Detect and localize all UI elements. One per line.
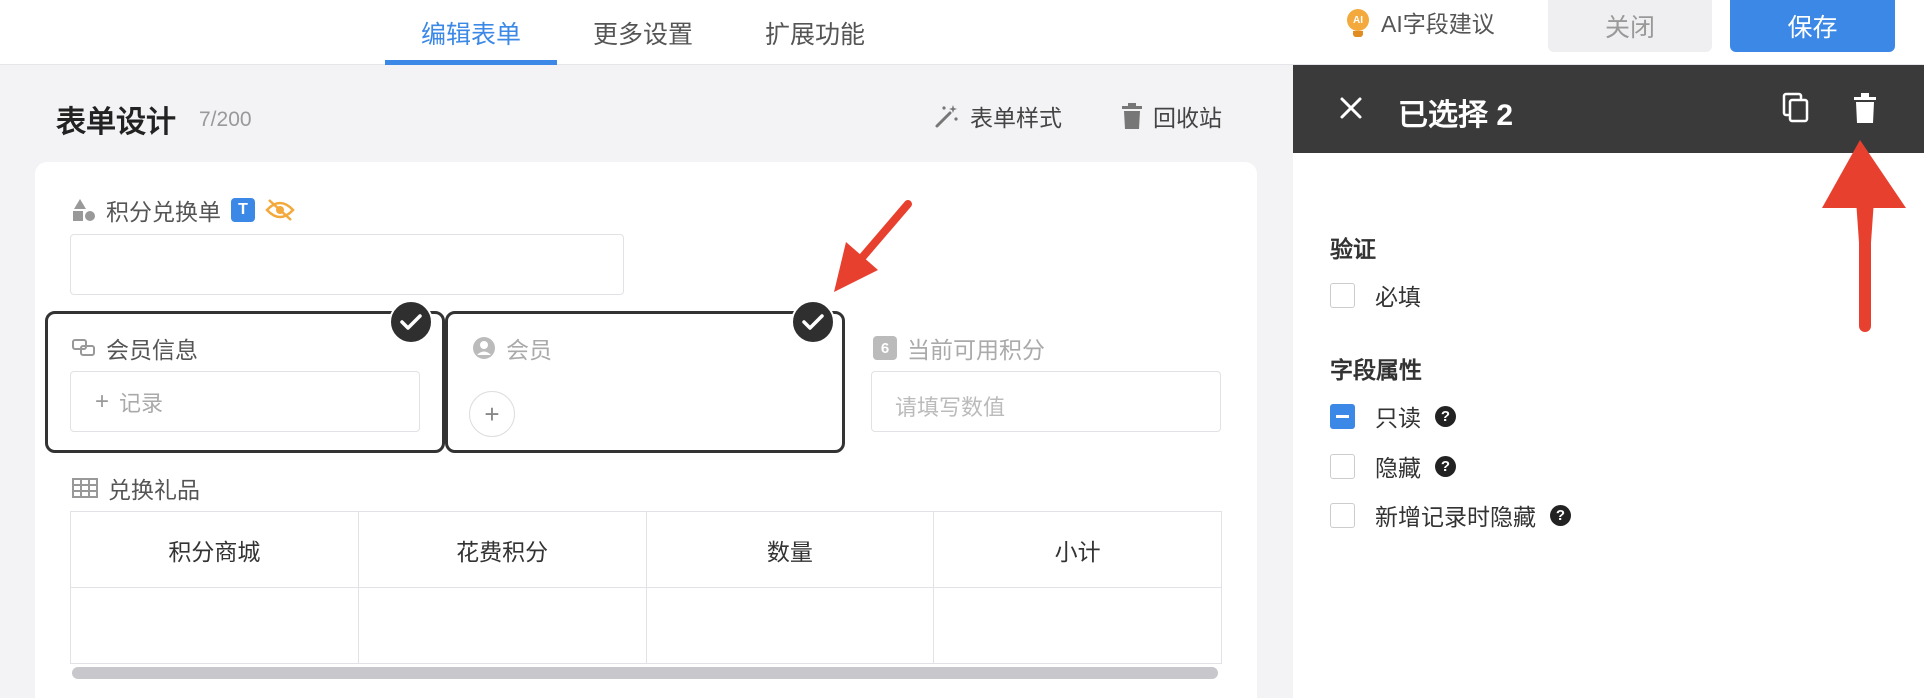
help-icon[interactable]: ? <box>1435 405 1456 427</box>
available-points-placeholder: 请填写数值 <box>895 395 1006 420</box>
table-row <box>71 588 1222 664</box>
text-type-badge: T <box>231 198 255 222</box>
check-icon <box>389 300 433 344</box>
table-header-cell: 小计 <box>934 512 1222 588</box>
ai-badge: AI <box>1347 9 1369 31</box>
table-header-cell: 数量 <box>646 512 935 588</box>
user-icon <box>473 337 495 359</box>
readonly-checkbox[interactable] <box>1330 403 1355 429</box>
help-icon[interactable]: ? <box>1435 455 1456 477</box>
exchange-form-input[interactable] <box>70 234 624 295</box>
link-record-icon <box>72 339 95 356</box>
form-style-label: 表单样式 <box>970 105 1062 131</box>
member-info-label: 会员信息 <box>106 337 198 363</box>
active-tab-indicator <box>385 60 557 65</box>
readonly-label: 只读 <box>1375 405 1421 431</box>
field-label-exchange-form[interactable]: 积分兑换单 T <box>72 193 295 227</box>
plus-icon: + <box>95 387 110 415</box>
exchange-form-label: 积分兑换单 <box>106 199 221 225</box>
table-header-row: 积分商城 花费积分 数量 小计 <box>71 512 1222 588</box>
ai-suggest-label: AI字段建议 <box>1381 11 1495 37</box>
close-button[interactable]: 关闭 <box>1548 0 1712 52</box>
table-cell[interactable] <box>934 588 1222 664</box>
trash-icon <box>1122 103 1142 129</box>
required-checkbox[interactable] <box>1330 282 1355 308</box>
table-cell[interactable] <box>646 588 935 664</box>
table-cell[interactable] <box>358 588 647 664</box>
hide-on-new-option[interactable]: 新增记录时隐藏 ? <box>1330 498 1571 532</box>
check-icon <box>791 300 835 344</box>
table-header-cell: 花费积分 <box>358 512 647 588</box>
gifts-label: 兑换礼品 <box>108 477 200 503</box>
save-button[interactable]: 保存 <box>1730 0 1895 52</box>
table-cell[interactable] <box>71 588 359 664</box>
hide-on-new-checkbox[interactable] <box>1330 502 1355 528</box>
close-icon[interactable] <box>1339 96 1363 120</box>
top-bar: 编辑表单 更多设置 扩展功能 AI AI字段建议 关闭 保存 <box>0 0 1924 65</box>
field-label-member-info[interactable]: 会员信息 <box>72 331 198 365</box>
ai-suggest-button[interactable]: AI AI字段建议 <box>1343 2 1495 42</box>
tab-edit-form[interactable]: 编辑表单 <box>385 0 557 65</box>
field-label-available-points[interactable]: 6 当前可用积分 <box>873 331 1045 365</box>
member-label: 会员 <box>506 337 552 363</box>
form-style-button[interactable]: 表单样式 <box>934 100 1062 132</box>
ai-bulb-icon: AI <box>1343 5 1373 39</box>
recycle-bin-label: 回收站 <box>1153 105 1222 131</box>
help-icon[interactable]: ? <box>1550 504 1571 526</box>
required-label: 必填 <box>1375 284 1421 310</box>
gifts-table: 积分商城 花费积分 数量 小计 <box>70 511 1222 664</box>
add-member-button[interactable]: + <box>469 391 515 437</box>
field-label-gifts[interactable]: 兑换礼品 <box>72 471 200 505</box>
annotation-arrow-icon <box>834 200 912 292</box>
eye-off-icon[interactable] <box>265 198 295 222</box>
add-record-label: 记录 <box>119 390 164 416</box>
recycle-bin-button[interactable]: 回收站 <box>1121 100 1222 132</box>
hidden-label: 隐藏 <box>1375 455 1421 481</box>
tab-extensions[interactable]: 扩展功能 <box>729 0 901 65</box>
shapes-icon <box>73 199 95 221</box>
validation-title: 验证 <box>1330 236 1376 262</box>
magic-wand-icon <box>935 105 958 128</box>
copy-icon[interactable] <box>1782 92 1810 124</box>
annotation-arrow-icon <box>1822 140 1906 332</box>
hide-on-new-label: 新增记录时隐藏 <box>1375 504 1536 530</box>
readonly-option[interactable]: 只读 ? <box>1330 399 1456 433</box>
table-icon <box>72 478 98 498</box>
selection-title: 已选择 2 <box>1398 99 1514 132</box>
number-type-icon: 6 <box>873 336 897 360</box>
hidden-option[interactable]: 隐藏 ? <box>1330 449 1456 483</box>
page-title: 表单设计 <box>56 106 176 139</box>
hidden-checkbox[interactable] <box>1330 453 1355 479</box>
available-points-label: 当前可用积分 <box>907 337 1045 363</box>
add-record-button[interactable]: + 记录 <box>70 371 420 432</box>
field-props-title: 字段属性 <box>1330 357 1422 383</box>
required-option[interactable]: 必填 <box>1330 278 1421 312</box>
field-label-member[interactable]: 会员 <box>472 331 552 365</box>
tab-more-settings[interactable]: 更多设置 <box>557 0 729 65</box>
table-header-cell: 积分商城 <box>71 512 359 588</box>
field-count: 7/200 <box>199 108 252 131</box>
horizontal-scrollbar[interactable] <box>72 667 1218 679</box>
delete-icon[interactable] <box>1853 93 1877 123</box>
